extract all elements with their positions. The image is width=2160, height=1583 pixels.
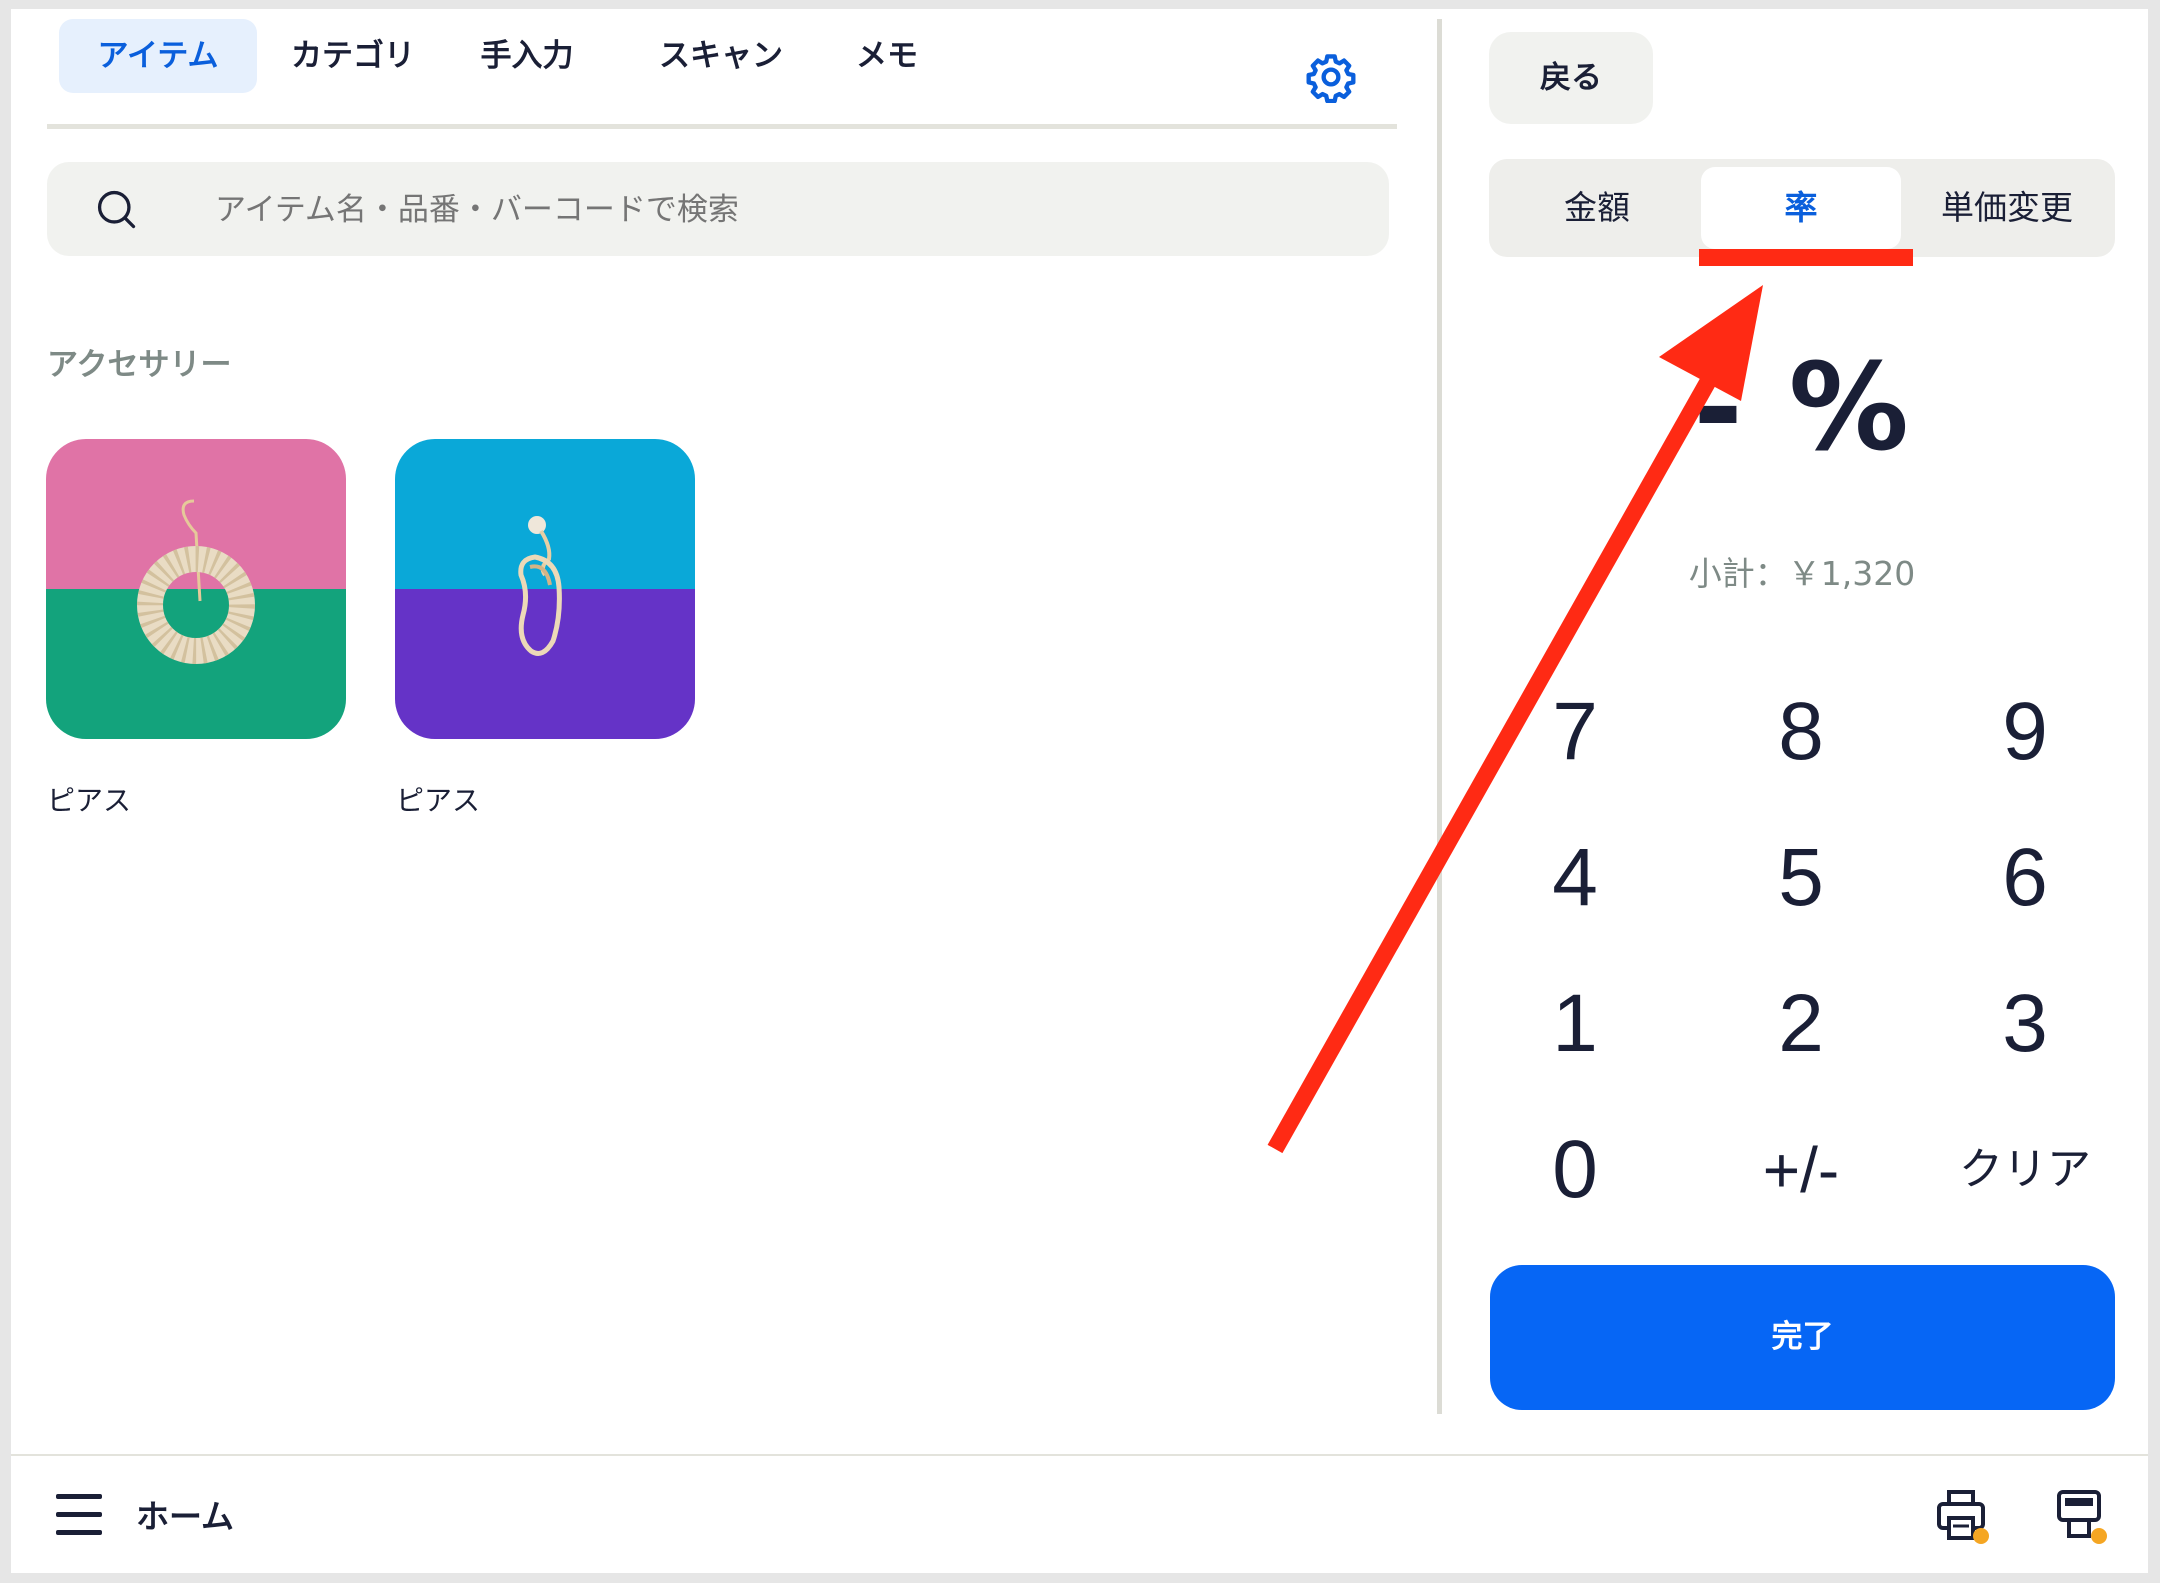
bottom-bar: ホーム (11, 1456, 2148, 1573)
key-1[interactable]: 1 (1475, 964, 1675, 1084)
key-clear[interactable]: クリア (1925, 1110, 2125, 1230)
subtotal-text: 小計：￥1,320 (1688, 554, 1916, 593)
tab-scan[interactable]: スキャン (631, 19, 811, 93)
key-5[interactable]: 5 (1701, 818, 1901, 938)
tab-manual-entry[interactable]: 手入力 (457, 19, 597, 93)
home-title: ホーム (136, 1497, 235, 1536)
item-panel: アイテム カテゴリ 手入力 スキャン メモ アクセサリー (11, 9, 1439, 1454)
hoop-earring-image (137, 499, 255, 664)
wire-earring-image (518, 516, 562, 656)
item-tile[interactable] (46, 439, 346, 739)
card-reader-icon[interactable] (2051, 1486, 2111, 1546)
rate-display: - % (1693, 339, 1911, 478)
discount-type-segmented-control: 金額 率 単価変更 (1489, 159, 2115, 257)
item-label: ピアス (47, 784, 132, 817)
key-7[interactable]: 7 (1475, 672, 1675, 792)
search-icon (97, 190, 136, 229)
tab-memo[interactable]: メモ (837, 19, 937, 93)
search-input[interactable] (213, 162, 1317, 258)
section-title: アクセサリー (47, 347, 232, 383)
key-8[interactable]: 8 (1701, 672, 1901, 792)
key-4[interactable]: 4 (1475, 818, 1675, 938)
search-bar[interactable] (47, 162, 1389, 258)
panel-divider (1437, 19, 1442, 1414)
item-label: ピアス (396, 784, 481, 817)
key-6[interactable]: 6 (1925, 818, 2125, 938)
segment-rate[interactable]: 率 (1701, 167, 1901, 249)
key-2[interactable]: 2 (1701, 964, 1901, 1084)
tab-divider (47, 124, 1397, 129)
printer-icon[interactable] (1933, 1486, 1993, 1546)
key-plus-minus[interactable]: +/- (1701, 1110, 1901, 1230)
key-0[interactable]: 0 (1475, 1110, 1675, 1230)
back-button[interactable]: 戻る (1489, 32, 1653, 124)
item-tile[interactable] (395, 439, 695, 739)
done-button[interactable]: 完了 (1490, 1265, 2115, 1410)
segment-amount[interactable]: 金額 (1499, 167, 1695, 249)
app-window: アイテム カテゴリ 手入力 スキャン メモ アクセサリー (11, 9, 2148, 1573)
tab-categories[interactable]: カテゴリ (273, 19, 433, 93)
gear-icon[interactable] (1305, 51, 1357, 103)
menu-icon[interactable] (56, 1494, 102, 1536)
tab-items[interactable]: アイテム (59, 19, 257, 93)
segment-unit-price-change[interactable]: 単価変更 (1907, 167, 2107, 249)
annotation-underline (1699, 249, 1913, 266)
key-3[interactable]: 3 (1925, 964, 2125, 1084)
key-9[interactable]: 9 (1925, 672, 2125, 792)
